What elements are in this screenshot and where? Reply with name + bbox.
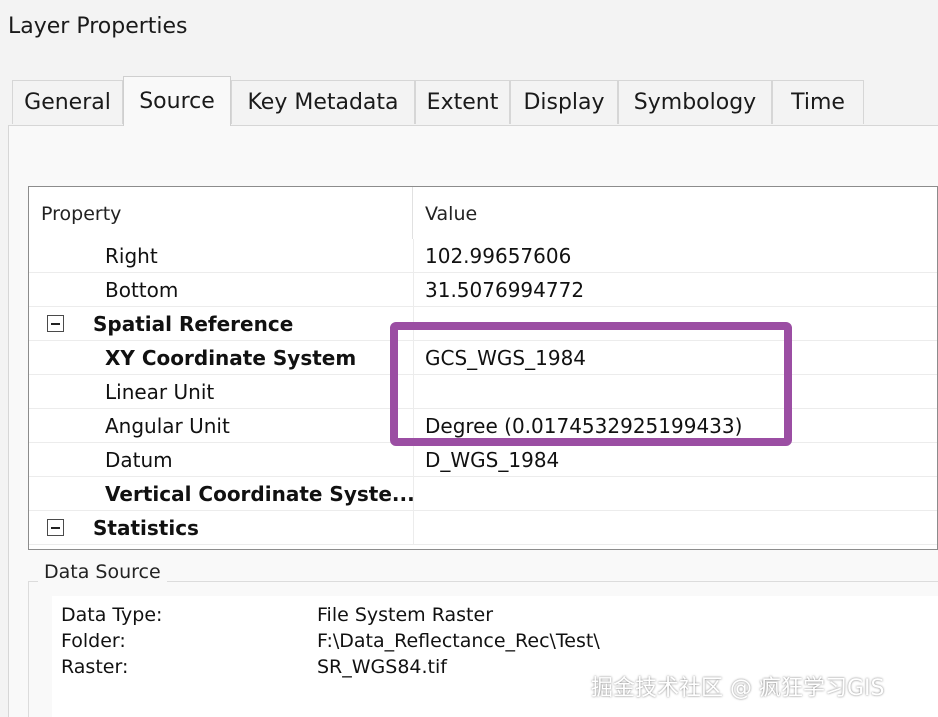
- grid-row-bottom[interactable]: Bottom 31.5076994772: [29, 273, 937, 307]
- data-source-label: Raster:: [61, 656, 129, 678]
- property-value: Degree (0.0174532925199433): [425, 414, 743, 438]
- property-value: 31.5076994772: [425, 278, 585, 302]
- title-bar: Layer Properties: [0, 0, 938, 60]
- grid-row-right[interactable]: Right 102.99657606: [29, 239, 937, 273]
- layer-properties-window: Layer Properties General Source Key Meta…: [0, 0, 938, 717]
- watermark-text: 掘金技术社区 @ 疯狂学习GIS: [591, 676, 885, 701]
- property-grid: Property Value Right 102.99657606 Bottom…: [28, 186, 938, 550]
- collapse-icon[interactable]: [47, 315, 64, 332]
- grid-row-linear-unit[interactable]: Linear Unit: [29, 375, 937, 409]
- column-divider[interactable]: [412, 187, 413, 239]
- column-header-value[interactable]: Value: [425, 203, 477, 225]
- property-value: GCS_WGS_1984: [425, 346, 587, 370]
- tab-general[interactable]: General: [12, 80, 123, 124]
- property-name: Right: [105, 244, 158, 268]
- grid-row-angular-unit[interactable]: Angular Unit Degree (0.0174532925199433): [29, 409, 937, 443]
- property-name: Angular Unit: [105, 414, 230, 438]
- property-name: Linear Unit: [105, 380, 215, 404]
- data-source-value: File System Raster: [317, 604, 494, 626]
- property-value: D_WGS_1984: [425, 448, 560, 472]
- data-source-row: Folder: F:\Data_Reflectance_Rec\Test\: [52, 626, 938, 652]
- group-name: Statistics: [93, 516, 199, 540]
- grid-row-datum[interactable]: Datum D_WGS_1984: [29, 443, 937, 477]
- tab-symbology[interactable]: Symbology: [618, 80, 772, 124]
- tab-time[interactable]: Time: [772, 80, 864, 124]
- grid-row-vertical-coordinate-system[interactable]: Vertical Coordinate Syste...: [29, 477, 937, 511]
- data-source-value: F:\Data_Reflectance_Rec\Test\: [317, 630, 600, 652]
- tab-key-metadata[interactable]: Key Metadata: [231, 80, 415, 124]
- grid-row-xy-coordinate-system[interactable]: XY Coordinate System GCS_WGS_1984: [29, 341, 937, 375]
- tab-strip: General Source Key Metadata Extent Displ…: [12, 76, 932, 126]
- column-header-property[interactable]: Property: [41, 203, 121, 225]
- property-name: Datum: [105, 448, 173, 472]
- tab-extent[interactable]: Extent: [415, 80, 510, 124]
- data-source-label: Folder:: [61, 630, 126, 652]
- collapse-icon[interactable]: [47, 519, 64, 536]
- property-name: XY Coordinate System: [105, 346, 357, 370]
- data-source-row: Data Type: File System Raster: [52, 600, 938, 626]
- property-value: 102.99657606: [425, 244, 572, 268]
- data-source-value: SR_WGS84.tif: [317, 656, 447, 678]
- grid-header: Property Value: [29, 187, 937, 239]
- property-name: Bottom: [105, 278, 179, 302]
- window-title: Layer Properties: [8, 14, 188, 39]
- group-name: Spatial Reference: [93, 312, 294, 336]
- data-source-label: Data Type:: [61, 604, 163, 626]
- grid-group-statistics[interactable]: Statistics: [29, 511, 937, 545]
- tab-display[interactable]: Display: [510, 80, 618, 124]
- data-source-legend: Data Source: [38, 561, 167, 583]
- grid-group-spatial-reference[interactable]: Spatial Reference: [29, 307, 937, 341]
- tab-source[interactable]: Source: [123, 76, 231, 126]
- property-name: Vertical Coordinate Syste...: [105, 482, 415, 506]
